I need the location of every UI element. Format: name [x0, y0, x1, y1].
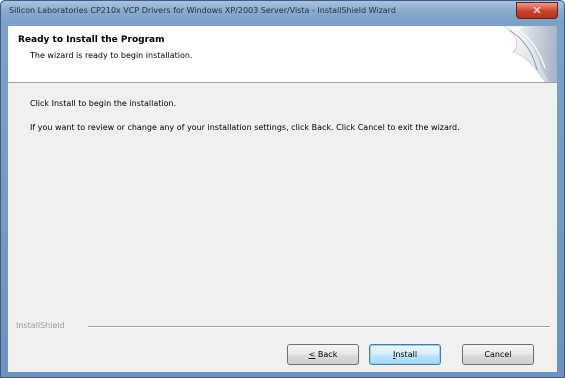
install-instruction: Click Install to begin the installation.: [30, 99, 177, 108]
wizard-client-area: Ready to Install the Program The wizard …: [8, 26, 557, 372]
footer-divider: [88, 326, 550, 328]
close-button[interactable]: ✕: [516, 2, 558, 19]
page-title: Ready to Install the Program: [18, 35, 165, 45]
install-button[interactable]: Install: [369, 344, 441, 365]
page-subtitle: The wizard is ready to begin installatio…: [30, 51, 193, 60]
window-title: Silicon Laboratories CP210x VCP Drivers …: [9, 6, 396, 15]
installer-graphic-icon: [504, 26, 557, 82]
wizard-header: Ready to Install the Program The wizard …: [8, 26, 557, 83]
installer-window: Silicon Laboratories CP210x VCP Drivers …: [0, 0, 565, 378]
title-bar[interactable]: Silicon Laboratories CP210x VCP Drivers …: [1, 1, 564, 23]
install-detail-text: If you want to review or change any of y…: [30, 123, 460, 132]
back-button[interactable]: < Back: [287, 344, 359, 365]
installshield-brand: InstallShield: [16, 321, 65, 330]
cancel-button-label: Cancel: [484, 350, 512, 359]
close-icon: ✕: [532, 4, 542, 17]
cancel-button[interactable]: Cancel: [462, 344, 534, 365]
install-button-label: Install: [392, 350, 418, 359]
back-button-label: < Back: [308, 350, 338, 359]
